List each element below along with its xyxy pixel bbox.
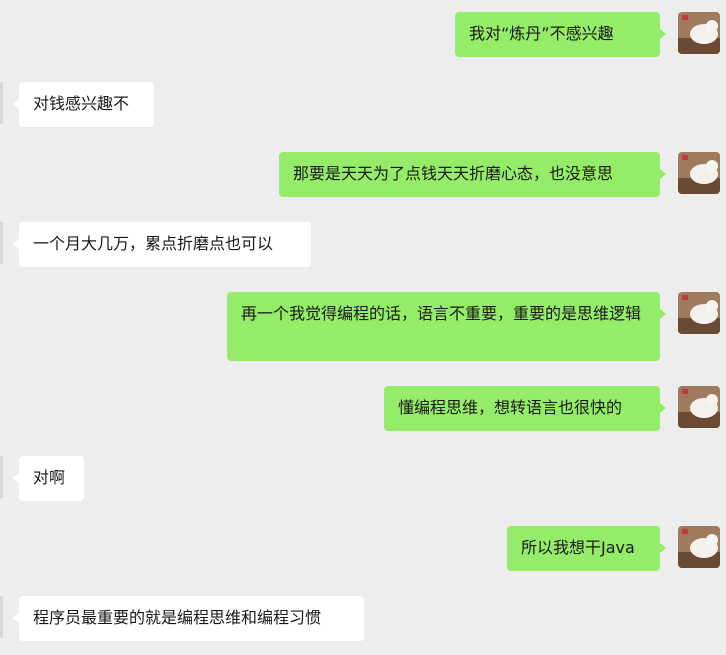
message-bubble-peer[interactable]: 一个月大几万，累点折磨点也可以 (13, 222, 311, 267)
user-avatar[interactable] (678, 526, 720, 568)
user-avatar[interactable] (678, 292, 720, 334)
message-bubble-self[interactable]: 懂编程思维，想转语言也很快的 (384, 386, 666, 431)
user-avatar[interactable] (678, 152, 720, 194)
message-bubble-self[interactable]: 我对“炼丹”不感兴趣 (455, 12, 666, 57)
chat-area: 我对“炼丹”不感兴趣 对钱感兴趣不 那要是天天为了点钱天天折磨心态，也没意思 一… (0, 0, 726, 655)
peer-avatar-edge[interactable] (0, 456, 3, 498)
message-bubble-peer[interactable]: 对钱感兴趣不 (13, 82, 154, 127)
message-bubble-self[interactable]: 那要是天天为了点钱天天折磨心态，也没意思 (279, 152, 666, 197)
peer-avatar-edge[interactable] (0, 82, 3, 124)
peer-avatar-edge[interactable] (0, 222, 3, 264)
peer-avatar-edge[interactable] (0, 596, 3, 638)
cat-avatar-icon (678, 386, 720, 428)
message-bubble-self[interactable]: 再一个我觉得编程的话，语言不重要，重要的是思维逻辑 (227, 292, 666, 361)
user-avatar[interactable] (678, 386, 720, 428)
user-avatar[interactable] (678, 12, 720, 54)
cat-avatar-icon (678, 292, 720, 334)
message-bubble-peer[interactable]: 对啊 (13, 456, 84, 501)
message-bubble-peer[interactable]: 程序员最重要的就是编程思维和编程习惯 (13, 596, 364, 641)
cat-avatar-icon (678, 152, 720, 194)
message-bubble-self[interactable]: 所以我想干Java (507, 526, 666, 571)
cat-avatar-icon (678, 12, 720, 54)
cat-avatar-icon (678, 526, 720, 568)
